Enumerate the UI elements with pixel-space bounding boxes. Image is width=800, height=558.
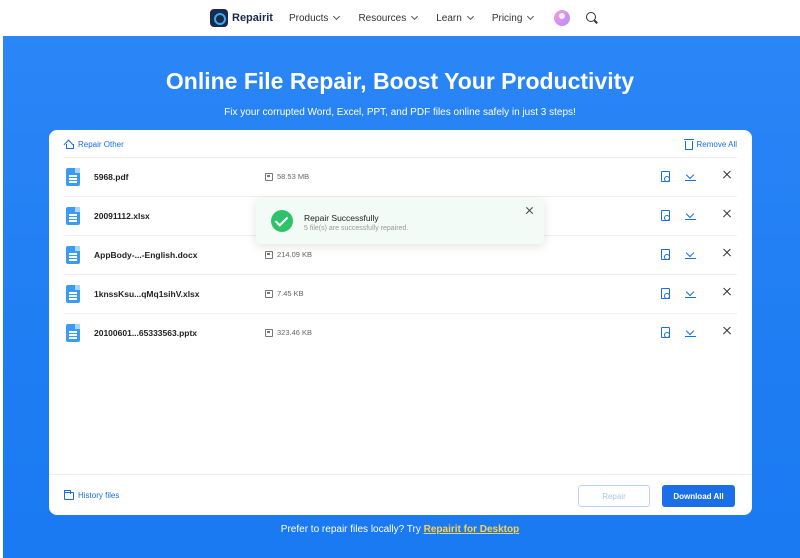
close-icon[interactable] — [721, 286, 733, 298]
chevron-down-icon — [333, 12, 341, 21]
file-row: 1knssKsu...qMq1sihV.xlsx 7.45 KB — [64, 274, 737, 313]
page-subtitle: Fix your corrupted Word, Excel, PPT, and… — [224, 107, 576, 118]
download-icon[interactable] — [685, 326, 697, 338]
nav-item-pricing[interactable]: Pricing — [491, 12, 535, 24]
disk-icon — [265, 289, 273, 298]
nav-item-label: Products — [288, 12, 329, 24]
preview-icon[interactable] — [661, 210, 670, 221]
card-footer: History files Repair Download All — [49, 474, 752, 515]
search-icon[interactable] — [586, 12, 598, 24]
preview-icon[interactable] — [661, 327, 670, 338]
file-name: 20091112.xlsx — [94, 211, 150, 221]
close-icon[interactable] — [721, 208, 733, 220]
close-icon[interactable] — [525, 206, 534, 215]
logo[interactable]: Repairit — [210, 9, 273, 27]
file-icon — [66, 168, 80, 186]
file-size: 323.46 KB — [265, 328, 312, 337]
toast-message: 5 file(s) are successfully repaired. — [304, 225, 409, 232]
nav-item-label: Resources — [358, 12, 407, 24]
file-row: 5968.pdf 58.53 MB — [64, 157, 737, 196]
file-size: 214.09 KB — [265, 250, 312, 259]
file-size-value: 214.09 KB — [277, 250, 313, 259]
repair-other-label: Repair Other — [78, 139, 124, 149]
file-name: 5968.pdf — [94, 172, 129, 182]
file-icon — [66, 246, 80, 264]
desktop-prompt: Prefer to repair files locally? Try Repa… — [0, 524, 800, 535]
file-icon — [66, 324, 80, 342]
card-header: Repair Other Remove All — [64, 139, 737, 159]
history-files-link[interactable]: History files — [64, 489, 120, 500]
disk-icon — [265, 328, 273, 337]
file-size: 7.45 KB — [265, 289, 304, 298]
download-icon[interactable] — [685, 170, 697, 182]
file-name: AppBody-...-English.docx — [94, 250, 198, 260]
file-row: 20100601...65333563.pptx 323.46 KB — [64, 313, 737, 352]
page-title: Online File Repair, Boost Your Productiv… — [165, 68, 635, 94]
file-name: 20100601...65333563.pptx — [94, 328, 198, 338]
remove-all-link[interactable]: Remove All — [683, 139, 737, 150]
file-icon — [66, 285, 80, 303]
close-icon[interactable] — [721, 169, 733, 181]
file-icon — [66, 207, 80, 225]
history-files-label: History files — [78, 491, 120, 500]
close-icon[interactable] — [721, 247, 733, 259]
file-size: 58.53 MB — [265, 172, 309, 181]
desktop-prompt-text: Prefer to repair files locally? Try — [280, 524, 424, 535]
nav-item-label: Learn — [436, 12, 462, 24]
disk-icon — [265, 172, 273, 181]
repair-other-link[interactable]: Repair Other — [64, 139, 124, 149]
check-circle-icon — [271, 210, 293, 232]
avatar[interactable] — [554, 10, 571, 26]
chevron-down-icon — [411, 12, 419, 21]
chevron-down-icon — [527, 12, 535, 21]
file-name: 1knssKsu...qMq1sihV.xlsx — [94, 289, 200, 299]
nav-item-learn[interactable]: Learn — [436, 12, 474, 24]
close-icon[interactable] — [721, 325, 733, 337]
file-list: 5968.pdf 58.53 MB 20091112.xlsx AppBody-… — [64, 157, 737, 352]
preview-icon[interactable] — [661, 171, 670, 182]
file-size-value: 323.46 KB — [277, 328, 313, 337]
file-size-value: 7.45 KB — [277, 289, 304, 298]
download-icon[interactable] — [685, 248, 697, 260]
remove-all-label: Remove All — [696, 140, 737, 149]
download-all-button[interactable]: Download All — [662, 485, 735, 507]
disk-icon — [265, 250, 273, 259]
download-icon[interactable] — [685, 209, 697, 221]
success-toast: Repair Successfully 5 file(s) are succes… — [256, 199, 544, 244]
file-list-card: Repair Other Remove All 5968.pdf 58.53 M… — [49, 130, 752, 515]
nav-item-label: Pricing — [491, 12, 523, 24]
repairit-logo-icon — [210, 9, 228, 27]
file-size-value: 58.53 MB — [277, 172, 310, 181]
nav-item-products[interactable]: Products — [288, 12, 341, 24]
logo-text: Repairit — [232, 12, 273, 24]
toast-title: Repair Successfully — [304, 213, 379, 223]
trash-icon — [683, 139, 694, 150]
chevron-down-icon — [466, 12, 474, 21]
home-icon — [64, 139, 74, 149]
repair-button[interactable]: Repair — [578, 485, 650, 507]
download-icon[interactable] — [685, 287, 697, 299]
preview-icon[interactable] — [661, 288, 670, 299]
top-nav: Repairit Products Resources Learn Pricin… — [0, 0, 800, 36]
folder-icon — [64, 489, 74, 500]
preview-icon[interactable] — [661, 249, 670, 260]
desktop-link[interactable]: Repairit for Desktop — [424, 524, 520, 535]
nav-item-resources[interactable]: Resources — [358, 12, 419, 24]
